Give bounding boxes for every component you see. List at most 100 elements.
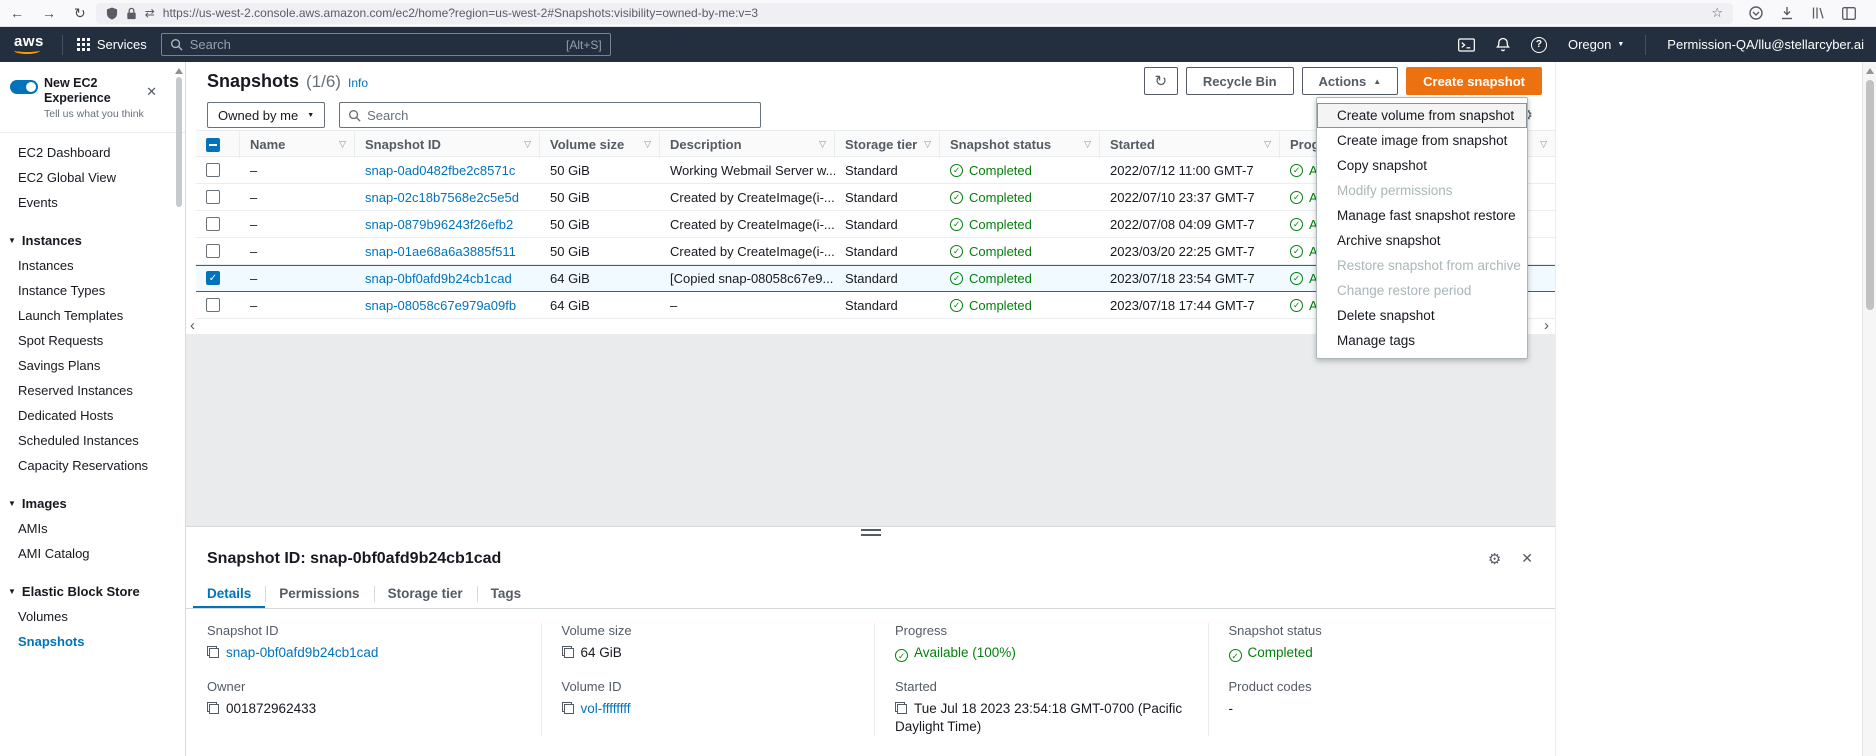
tracking-protection-icon[interactable] — [106, 7, 118, 20]
cloudshell-icon[interactable] — [1458, 38, 1475, 52]
sidebar-item-instance-types[interactable]: Instance Types — [0, 278, 185, 303]
sidebar-item-ec2-global-view[interactable]: EC2 Global View — [0, 165, 185, 190]
column-header-started[interactable]: Started▽ — [1100, 131, 1280, 158]
row-checkbox[interactable] — [206, 190, 220, 204]
filter-icon[interactable]: ▽ — [819, 139, 826, 150]
library-icon[interactable] — [1811, 6, 1825, 20]
filter-icon[interactable]: ▽ — [1540, 139, 1547, 150]
scrollbar-thumb[interactable] — [1866, 80, 1874, 310]
scroll-right-icon[interactable]: › — [1544, 317, 1549, 334]
region-selector[interactable]: Oregon ▼ — [1568, 37, 1624, 52]
scroll-up-arrow-icon[interactable] — [1866, 68, 1874, 74]
filter-icon[interactable]: ▽ — [1264, 139, 1271, 150]
sidebar-scrollbar[interactable] — [173, 62, 184, 756]
help-icon[interactable]: ? — [1531, 37, 1547, 53]
table-search[interactable] — [339, 102, 761, 128]
ownership-filter-select[interactable]: Owned by me ▼ — [207, 102, 325, 128]
page-scrollbar[interactable] — [1862, 62, 1876, 756]
tab-permissions[interactable]: Permissions — [265, 579, 373, 608]
column-header-snapshot-id[interactable]: Snapshot ID▽ — [355, 131, 540, 158]
copy-icon[interactable] — [562, 646, 574, 658]
sidebar-item-snapshots[interactable]: Snapshots — [0, 629, 185, 654]
actions-button[interactable]: Actions ▲ — [1302, 67, 1399, 95]
copy-icon[interactable] — [207, 702, 219, 714]
snapshot-id-link[interactable]: snap-02c18b7568e2c5e5d — [365, 190, 519, 205]
copy-icon[interactable] — [895, 702, 907, 714]
snapshot-id-link[interactable]: snap-08058c67e979a09fb — [365, 298, 516, 313]
scroll-up-arrow-icon[interactable] — [175, 68, 183, 74]
table-search-input[interactable] — [367, 108, 752, 123]
info-link[interactable]: Info — [348, 76, 368, 90]
close-icon[interactable]: ✕ — [146, 84, 157, 100]
menu-item-manage-tags[interactable]: Manage tags — [1317, 328, 1527, 353]
recycle-bin-button[interactable]: Recycle Bin — [1186, 67, 1294, 95]
row-checkbox[interactable] — [206, 271, 220, 285]
reload-button[interactable]: ↻ — [74, 5, 86, 22]
sidebar-item-volumes[interactable]: Volumes — [0, 604, 185, 629]
notifications-bell-icon[interactable] — [1496, 37, 1510, 52]
forward-button[interactable]: → — [42, 5, 56, 21]
services-menu[interactable]: Services — [77, 37, 147, 52]
snapshot-id-link[interactable]: snap-01ae68a6a3885f511 — [365, 244, 516, 259]
permissions-icon[interactable]: ⇄ — [145, 6, 155, 20]
copy-icon[interactable] — [562, 702, 574, 714]
sidebar-item-savings-plans[interactable]: Savings Plans — [0, 353, 185, 378]
sidebar-section-instances[interactable]: ▼ Instances — [0, 228, 185, 253]
row-checkbox[interactable] — [206, 244, 220, 258]
snapshot-id-link[interactable]: snap-0bf0afd9b24cb1cad — [365, 271, 512, 286]
sidebar-item-ec2-dashboard[interactable]: EC2 Dashboard — [0, 140, 185, 165]
close-icon[interactable]: ✕ — [1521, 550, 1533, 567]
downloads-icon[interactable] — [1780, 6, 1794, 20]
menu-item-manage-fast-snapshot-restore[interactable]: Manage fast snapshot restore — [1317, 203, 1527, 228]
select-all-checkbox[interactable] — [206, 138, 220, 152]
experience-subtitle[interactable]: Tell us what you think — [44, 108, 151, 120]
column-header-name[interactable]: Name▽ — [240, 131, 355, 158]
menu-item-create-volume-from-snapshot[interactable]: Create volume from snapshot — [1317, 103, 1527, 128]
snapshot-id-value-link[interactable]: snap-0bf0afd9b24cb1cad — [226, 645, 378, 660]
aws-logo[interactable]: aws — [12, 33, 48, 56]
console-search-input[interactable] — [190, 37, 559, 52]
menu-item-delete-snapshot[interactable]: Delete snapshot — [1317, 303, 1527, 328]
volume-id-value-link[interactable]: vol-ffffffff — [581, 701, 631, 716]
sidebar-section-elastic-block-store[interactable]: ▼ Elastic Block Store — [0, 579, 185, 604]
sidebar-item-events[interactable]: Events — [0, 190, 185, 215]
tab-storage-tier[interactable]: Storage tier — [374, 579, 477, 608]
scrollbar-thumb[interactable] — [176, 77, 182, 207]
row-checkbox[interactable] — [206, 163, 220, 177]
sidebar-item-amis[interactable]: AMIs — [0, 516, 185, 541]
menu-item-archive-snapshot[interactable]: Archive snapshot — [1317, 228, 1527, 253]
column-header-storage-tier[interactable]: Storage tier▽ — [835, 131, 940, 158]
bookmark-star-icon[interactable]: ☆ — [1711, 5, 1723, 21]
scroll-left-icon[interactable]: ‹ — [190, 317, 195, 334]
copy-icon[interactable] — [207, 646, 219, 658]
create-snapshot-button[interactable]: Create snapshot — [1406, 67, 1542, 95]
column-header-volume-size[interactable]: Volume size▽ — [540, 131, 660, 158]
lock-icon[interactable] — [126, 7, 137, 20]
panel-settings-gear-icon[interactable]: ⚙ — [1488, 550, 1501, 568]
sidebar-item-scheduled-instances[interactable]: Scheduled Instances — [0, 428, 185, 453]
sidebar-item-instances[interactable]: Instances — [0, 253, 185, 278]
sidebar-toggle-icon[interactable] — [1842, 7, 1856, 20]
sidebar-item-dedicated-hosts[interactable]: Dedicated Hosts — [0, 403, 185, 428]
console-search[interactable]: [Alt+S] — [161, 33, 611, 56]
drag-handle-icon[interactable] — [861, 529, 881, 536]
back-button[interactable]: ← — [10, 5, 24, 21]
url-bar[interactable]: ⇄ https://us-west-2.console.aws.amazon.c… — [96, 3, 1733, 24]
sidebar-item-launch-templates[interactable]: Launch Templates — [0, 303, 185, 328]
snapshot-id-link[interactable]: snap-0ad0482fbe2c8571c — [365, 163, 515, 178]
menu-item-copy-snapshot[interactable]: Copy snapshot — [1317, 153, 1527, 178]
menu-item-create-image-from-snapshot[interactable]: Create image from snapshot — [1317, 128, 1527, 153]
snapshot-id-link[interactable]: snap-0879b96243f26efb2 — [365, 217, 513, 232]
url-text[interactable]: https://us-west-2.console.aws.amazon.com… — [163, 6, 1704, 20]
row-checkbox[interactable] — [206, 298, 220, 312]
column-header-description[interactable]: Description▽ — [660, 131, 835, 158]
sidebar-item-spot-requests[interactable]: Spot Requests — [0, 328, 185, 353]
row-checkbox[interactable] — [206, 217, 220, 231]
filter-icon[interactable]: ▽ — [924, 139, 931, 150]
filter-icon[interactable]: ▽ — [339, 139, 346, 150]
refresh-button[interactable]: ↻ — [1144, 67, 1178, 95]
filter-icon[interactable]: ▽ — [1084, 139, 1091, 150]
filter-icon[interactable]: ▽ — [644, 139, 651, 150]
sidebar-section-images[interactable]: ▼ Images — [0, 491, 185, 516]
filter-icon[interactable]: ▽ — [524, 139, 531, 150]
